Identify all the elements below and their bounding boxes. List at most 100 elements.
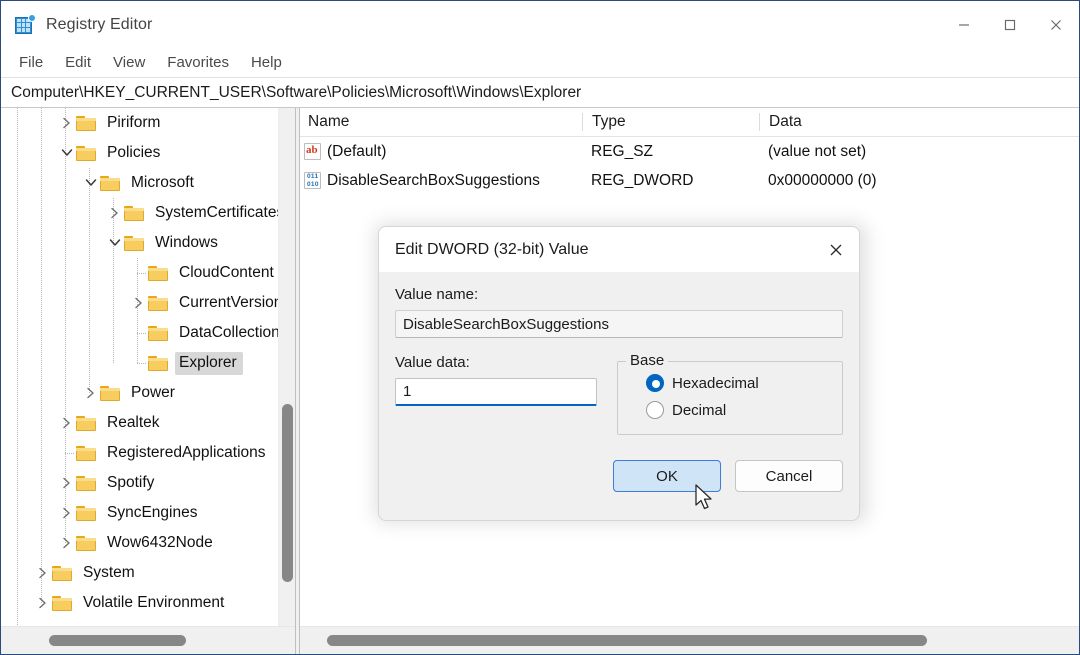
tree-item-system[interactable]: System <box>1 558 295 588</box>
tree-item-registeredapplications[interactable]: RegisteredApplications <box>1 438 295 468</box>
tree-horizontal-scroll-thumb[interactable] <box>49 635 186 646</box>
values-horizontal-scrollbar[interactable] <box>300 626 1079 655</box>
radio-hexadecimal[interactable]: Hexadecimal <box>646 374 842 392</box>
chevron-right-icon[interactable] <box>57 528 76 558</box>
chevron-right-icon[interactable] <box>9 618 28 626</box>
folder-icon <box>124 235 146 252</box>
chevron-down-icon[interactable] <box>81 168 100 198</box>
column-header-type[interactable]: Type <box>582 113 759 131</box>
registry-tree-pane: Piriform Policies MicrosoftSystemCertifica… <box>1 108 295 655</box>
table-row[interactable]: (Default) REG_SZ (value not set) <box>300 137 1079 166</box>
registry-editor-icon <box>14 14 36 36</box>
value-data-label: Value data: <box>395 354 605 371</box>
dword-value-icon <box>304 172 321 189</box>
menu-item-favorites[interactable]: Favorites <box>157 52 239 73</box>
tree-item-systemcertificates[interactable]: SystemCertificates <box>1 198 295 228</box>
close-button[interactable] <box>1033 1 1079 48</box>
table-row[interactable]: DisableSearchBoxSuggestions REG_DWORD 0x… <box>300 166 1079 195</box>
tree-item-label: SyncEngines <box>103 502 203 525</box>
chevron-right-icon[interactable] <box>57 108 76 138</box>
folder-icon <box>148 295 170 312</box>
chevron-right-icon[interactable] <box>33 558 52 588</box>
tree-vertical-scroll-thumb[interactable] <box>282 404 293 582</box>
radio-decimal[interactable]: Decimal <box>646 401 842 419</box>
cancel-button[interactable]: Cancel <box>735 460 843 492</box>
radio-decimal-label: Decimal <box>672 402 726 419</box>
maximize-button[interactable] <box>987 1 1033 48</box>
menu-item-view[interactable]: View <box>103 52 155 73</box>
folder-icon <box>76 145 98 162</box>
registry-tree[interactable]: Piriform Policies MicrosoftSystemCertifica… <box>1 108 295 626</box>
chevron-right-icon[interactable] <box>81 378 100 408</box>
folder-icon <box>76 535 98 552</box>
menu-item-edit[interactable]: Edit <box>55 52 101 73</box>
tree-item-piriform[interactable]: Piriform <box>1 108 295 138</box>
value-name-cell[interactable]: DisableSearchBoxSuggestions <box>300 172 582 190</box>
chevron-right-icon[interactable] <box>33 588 52 618</box>
folder-icon <box>124 205 146 222</box>
tree-item-power[interactable]: Power <box>1 378 295 408</box>
radio-decimal-indicator[interactable] <box>646 401 664 419</box>
tree-item-label: Spotify <box>103 472 160 495</box>
tree-item-syncengines[interactable]: SyncEngines <box>1 498 295 528</box>
folder-icon <box>100 385 122 402</box>
tree-item-label: System <box>79 562 141 585</box>
tree-item-wow6432node[interactable]: Wow6432Node <box>1 528 295 558</box>
value-data-input[interactable]: 1 <box>395 378 597 406</box>
value-name-text: (Default) <box>327 143 386 161</box>
tree-item-currentversion[interactable]: CurrentVersion <box>1 288 295 318</box>
tree-item-datacollection[interactable]: DataCollection <box>1 318 295 348</box>
tree-item-realtek[interactable]: Realtek <box>1 408 295 438</box>
tree-item-volatile-environment[interactable]: Volatile Environment <box>1 588 295 618</box>
tree-item-label: RegisteredApplications <box>103 442 272 465</box>
tree-horizontal-scrollbar[interactable] <box>1 626 295 655</box>
menu-item-file[interactable]: File <box>9 52 53 73</box>
minimize-button[interactable] <box>941 1 987 48</box>
tree-item-label: Volatile Environment <box>79 592 230 615</box>
chevron-right-icon[interactable] <box>129 288 148 318</box>
chevron-right-icon[interactable] <box>57 498 76 528</box>
string-value-icon <box>304 143 321 160</box>
dialog-close-button[interactable] <box>813 227 859 272</box>
chevron-right-icon[interactable] <box>57 468 76 498</box>
tree-item-label: Policies <box>103 142 166 165</box>
value-data-cell: (value not set) <box>759 143 1079 161</box>
chevron-down-icon[interactable] <box>57 138 76 168</box>
tree-item-label: CloudContent <box>175 262 280 285</box>
base-group: Base Hexadecimal Decimal <box>617 361 843 435</box>
value-name-text: DisableSearchBoxSuggestions <box>327 172 540 190</box>
menu-item-help[interactable]: Help <box>241 52 292 73</box>
dialog-buttons: OK Cancel <box>599 460 843 492</box>
chevron-down-icon[interactable] <box>105 228 124 258</box>
tree-item-label: Realtek <box>103 412 166 435</box>
window-title: Registry Editor <box>46 16 152 34</box>
tree-item-spotify[interactable]: Spotify <box>1 468 295 498</box>
value-name-input[interactable]: DisableSearchBoxSuggestions <box>395 310 843 338</box>
ok-button[interactable]: OK <box>613 460 721 492</box>
tree-item-label: Power <box>127 382 181 405</box>
column-header-data[interactable]: Data <box>759 113 1079 131</box>
folder-icon <box>76 115 98 132</box>
tree-item-label: CurrentVersion <box>175 292 288 315</box>
tree-vertical-scrollbar[interactable] <box>278 108 295 626</box>
title-bar: Registry Editor <box>1 1 1079 48</box>
values-horizontal-scroll-thumb[interactable] <box>327 635 927 646</box>
tree-item-explorer[interactable]: Explorer <box>1 348 295 378</box>
dialog-body: Value name: DisableSearchBoxSuggestions … <box>379 272 859 435</box>
tree-item-windows[interactable]: Windows <box>1 228 295 258</box>
folder-icon <box>52 595 74 612</box>
folder-icon <box>148 355 170 372</box>
column-header-name[interactable]: Name <box>300 113 582 131</box>
tree-item-hkey-local-machine[interactable]: HKEY_LOCAL_MACHINE <box>1 618 295 626</box>
address-bar[interactable]: Computer\HKEY_CURRENT_USER\Software\Poli… <box>1 78 1079 108</box>
radio-hexadecimal-indicator[interactable] <box>646 374 664 392</box>
radio-hexadecimal-label: Hexadecimal <box>672 375 759 392</box>
tree-item-policies[interactable]: Policies <box>1 138 295 168</box>
value-name-cell[interactable]: (Default) <box>300 143 582 161</box>
chevron-right-icon[interactable] <box>57 408 76 438</box>
chevron-right-icon[interactable] <box>105 198 124 228</box>
tree-item-microsoft[interactable]: Microsoft <box>1 168 295 198</box>
tree-leaf-connector <box>129 348 148 378</box>
tree-item-cloudcontent[interactable]: CloudContent <box>1 258 295 288</box>
tree-item-label: Piriform <box>103 112 166 135</box>
